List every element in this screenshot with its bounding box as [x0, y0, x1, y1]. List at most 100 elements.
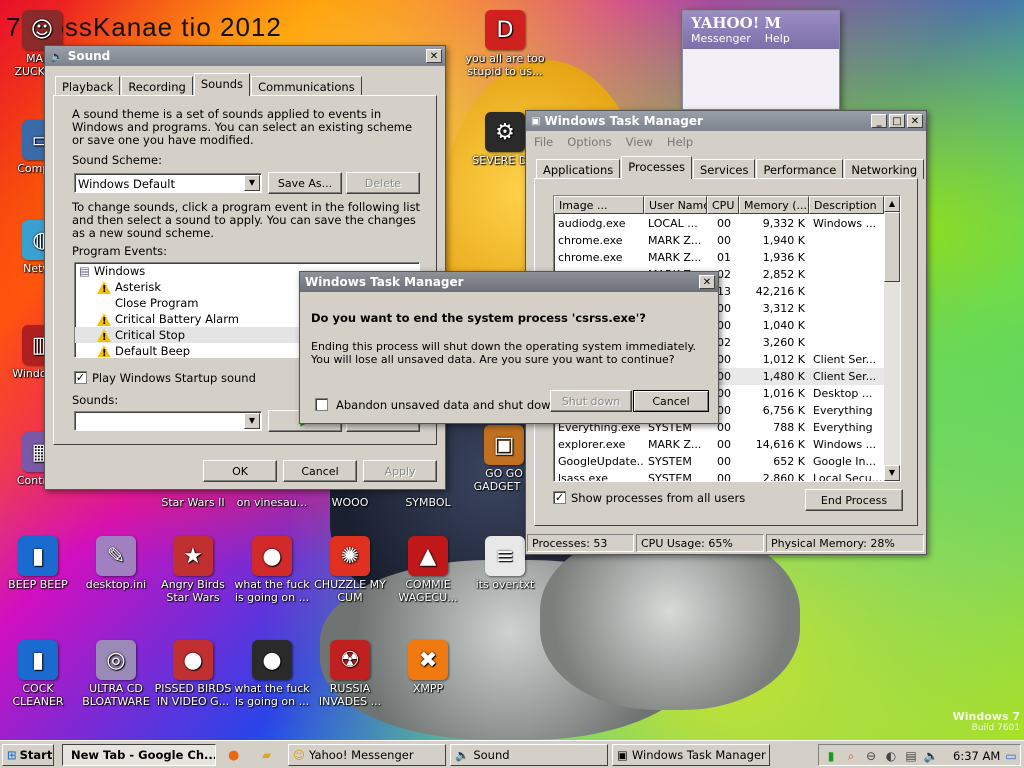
desktop-icon-label: COCK CLEANER	[12, 682, 64, 708]
dialog-titlebar[interactable]: Windows Task Manager ✕	[300, 272, 718, 292]
desktop-icon[interactable]: ▮ BEEP BEEP	[0, 536, 78, 591]
desktop-icon[interactable]: ☢ RUSSIA INVADES ...	[310, 640, 390, 708]
desktop-icon[interactable]: ✖ XMPP	[388, 640, 468, 695]
status-bar: Processes: 53 CPU Usage: 65% Physical Me…	[527, 534, 925, 552]
desktop-icon-label: its over.txt	[475, 578, 535, 591]
desktop-icon[interactable]: ▲ COMMIE WAGECU...	[388, 536, 468, 604]
menu-help[interactable]: Help	[667, 135, 693, 149]
tab-performance[interactable]: Performance	[756, 159, 844, 179]
chevron-down-icon[interactable]: ▼	[244, 413, 260, 429]
tab-communications[interactable]: Communications	[251, 76, 362, 96]
cell-image: chrome.exe	[558, 234, 623, 247]
close-button[interactable]: ✕	[907, 114, 923, 128]
column-cpu[interactable]: CPU	[707, 196, 739, 214]
desktop-icon-label: what the fuck is going on ...	[234, 682, 310, 708]
chevron-down-icon[interactable]: ▼	[244, 175, 260, 191]
taskbar-sound-button[interactable]: 🔈 Sound	[450, 744, 608, 766]
column-user-name[interactable]: User Name	[644, 196, 707, 214]
task-manager-titlebar[interactable]: ▣ Windows Task Manager _ □ ✕	[526, 111, 926, 131]
desktop-icon[interactable]: ● PISSED BIRDS IN VIDEO G...	[153, 640, 233, 708]
desktop-icon[interactable]: ★ Angry Birds Star Wars	[153, 536, 233, 604]
desktop-icon-image: ⚙	[485, 112, 525, 152]
column-memory[interactable]: Memory (...	[739, 196, 809, 214]
show-all-processes-checkbox[interactable]: ✓	[553, 491, 566, 504]
vertical-scrollbar[interactable]: ▲ ▼	[884, 196, 900, 481]
dialog-cancel-button[interactable]: Cancel	[633, 390, 709, 412]
taskbar-chrome-button[interactable]: New Tab - Google Ch...	[62, 744, 216, 766]
tab-playback[interactable]: Playback	[55, 76, 121, 96]
tab-processes[interactable]: Processes	[621, 156, 692, 179]
table-row[interactable]: explorer.exe MARK Z... 00 14,616 K Windows .…	[554, 436, 884, 453]
scroll-down-button[interactable]: ▼	[884, 465, 900, 481]
start-button[interactable]: ⊞ Start	[2, 744, 54, 766]
maximize-button[interactable]: □	[889, 114, 905, 128]
taskbar-yahoo-button[interactable]: ☺ Yahoo! Messenger	[288, 744, 446, 766]
menu-file[interactable]: File	[534, 135, 553, 149]
yahoo-menu-messenger[interactable]: Messenger	[691, 32, 751, 45]
watermark-line: Windows 7	[952, 710, 1020, 723]
firefox-icon[interactable]: ●	[228, 748, 239, 763]
security-icon[interactable]: ◐	[883, 748, 899, 764]
show-desktop-icon[interactable]: ▭	[1003, 748, 1019, 764]
desktop-icon[interactable]: ● what the fuck is going on ...	[232, 536, 312, 604]
sounds-select[interactable]: ▼	[74, 411, 262, 431]
battery-icon[interactable]: ▮	[823, 748, 839, 764]
folder-icon[interactable]: ▰	[262, 748, 271, 762]
startup-sound-checkbox[interactable]: ✓	[74, 371, 87, 384]
desktop-icon[interactable]: ◎ ULTRA CD BLOATWARE	[76, 640, 156, 708]
clock[interactable]: 6:37 AM	[953, 749, 1000, 763]
yahoo-messenger-window[interactable]: YAHOO! M Messenger Help	[682, 10, 840, 110]
sound-titlebar[interactable]: 🔈 Sound ✕	[45, 46, 445, 66]
column-image-name[interactable]: Image ...	[554, 196, 644, 214]
tab-services[interactable]: Services	[692, 159, 756, 179]
desktop-icon[interactable]: ▮ COCK CLEANER	[0, 640, 78, 708]
save-as-button[interactable]: Save As...	[268, 172, 342, 194]
taskbar-task-manager-button[interactable]: ▣ Windows Task Manager	[612, 744, 770, 766]
table-row[interactable]: GoogleUpdate.... SYSTEM 00 652 K Google In..…	[554, 453, 884, 470]
table-row[interactable]: chrome.exe MARK Z... 01 1,936 K	[554, 249, 884, 266]
desktop-icon[interactable]: ✎ desktop.ini	[76, 536, 156, 591]
tab-applications[interactable]: Applications	[536, 159, 621, 179]
minimize-button[interactable]: _	[871, 114, 887, 128]
menu-view[interactable]: View	[626, 135, 653, 149]
shut-down-button[interactable]: Shut down	[550, 390, 632, 412]
close-button[interactable]: ✕	[699, 275, 715, 289]
desktop-icon[interactable]: ● what the fuck is going on ...	[232, 640, 312, 708]
warning-icon	[97, 329, 111, 346]
table-row[interactable]: lsass.exe SYSTEM 00 2,860 K Local Secu...	[554, 470, 884, 481]
abandon-data-checkbox[interactable]	[315, 398, 328, 411]
cell-mem: 788 K	[773, 421, 805, 434]
delete-button[interactable]: Delete	[346, 172, 420, 194]
apply-button[interactable]: Apply	[363, 460, 437, 482]
scroll-up-button[interactable]: ▲	[884, 196, 900, 212]
desktop-icon-label: CHUZZLE MY CUM	[314, 578, 386, 604]
desktop-icon[interactable]: Dyou all are too stupid to us...	[465, 10, 545, 78]
tab-sounds[interactable]: Sounds	[193, 73, 251, 96]
windows-logo-icon: ⊞	[7, 748, 17, 762]
close-button[interactable]: ✕	[426, 49, 442, 63]
column-description[interactable]: Description	[809, 196, 884, 214]
network-icon[interactable]: ▤	[903, 748, 919, 764]
tab-networking[interactable]: Networking	[844, 159, 925, 179]
cell-mem: 1,936 K	[762, 251, 805, 264]
startup-sound-label: Play Windows Startup sound	[92, 371, 256, 385]
search-icon[interactable]: ⌕	[843, 748, 859, 764]
no-entry-icon[interactable]: ⊖	[863, 748, 879, 764]
start-label: Start	[19, 748, 53, 762]
table-row[interactable]: chrome.exe MARK Z... 00 1,940 K	[554, 232, 884, 249]
tab-recording[interactable]: Recording	[121, 76, 193, 96]
scheme-select[interactable]: Windows Default ▼	[74, 173, 262, 193]
cell-user: MARK Z...	[648, 438, 702, 451]
volume-icon[interactable]: 🔈	[923, 748, 939, 764]
yahoo-menu-help[interactable]: Help	[765, 32, 790, 45]
menu-options[interactable]: Options	[567, 135, 611, 149]
end-process-dialog[interactable]: Windows Task Manager ✕ Do you want to en…	[299, 271, 719, 424]
cancel-button[interactable]: Cancel	[283, 460, 357, 482]
task-manager-tabs: Applications Processes Services Performa…	[536, 156, 925, 179]
end-process-button[interactable]: End Process	[805, 489, 903, 511]
ok-button[interactable]: OK	[203, 460, 277, 482]
scroll-thumb[interactable]	[884, 212, 900, 282]
scheme-label: Sound Scheme:	[72, 153, 163, 167]
desktop-icon[interactable]: ✺ CHUZZLE MY CUM	[310, 536, 390, 604]
table-row[interactable]: audiodg.exe LOCAL ... 00 9,332 K Windows ...	[554, 215, 884, 232]
